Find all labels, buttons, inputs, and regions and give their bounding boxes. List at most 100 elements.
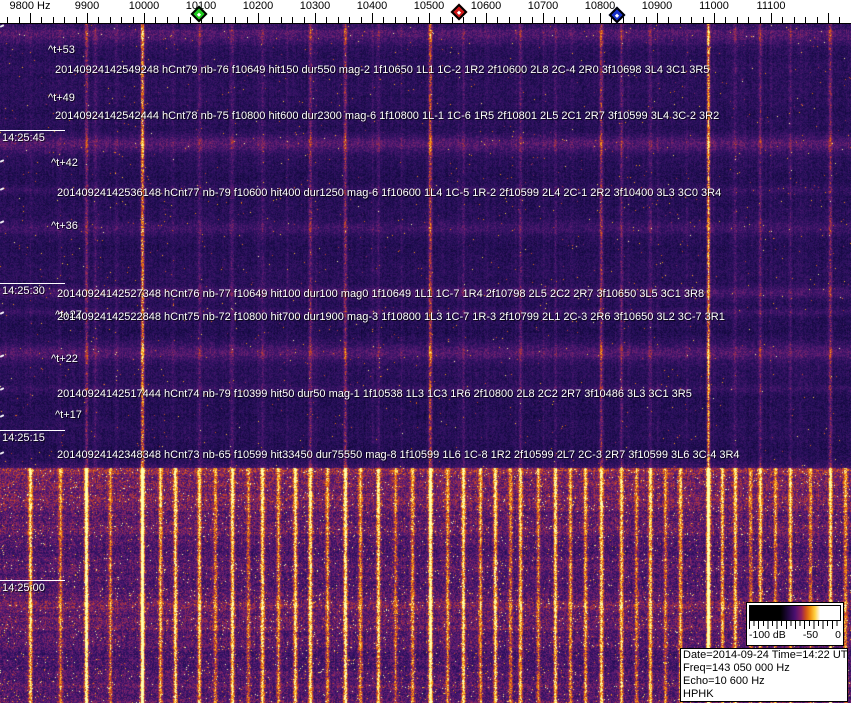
axis-minor-tick	[41, 17, 43, 23]
axis-minor-tick	[702, 17, 704, 23]
freq-tick-label: 10700	[527, 0, 559, 12]
edge-tick-mark	[0, 311, 5, 315]
axis-minor-tick	[360, 17, 362, 23]
axis-minor-tick	[280, 17, 282, 23]
axis-minor-tick	[508, 17, 510, 23]
axis-minor-tick	[166, 17, 168, 23]
axis-minor-tick	[212, 17, 214, 23]
edge-tick-mark	[0, 387, 5, 391]
axis-minor-tick	[440, 17, 442, 23]
echo-data-line: 20140924142536148 hCnt77 nb-79 f10600 hi…	[57, 187, 722, 199]
axis-minor-tick	[588, 17, 590, 23]
axis-minor-tick	[577, 17, 579, 23]
waterfall-display: 14:25:45 14:25:30 14:25:15 14:25:00 ^t+53 ^t+…	[0, 24, 851, 703]
axis-minor-tick	[155, 17, 157, 23]
time-label: 14:25:00	[2, 582, 45, 594]
event-time-marker: ^t+49	[48, 92, 75, 104]
axis-minor-tick	[109, 17, 111, 23]
axis-minor-tick	[417, 17, 419, 23]
event-time-marker: ^t+17	[55, 409, 82, 421]
axis-major-tick	[486, 13, 487, 23]
axis-minor-tick	[759, 17, 761, 23]
axis-major-tick	[258, 13, 259, 23]
axis-minor-tick	[246, 17, 248, 23]
axis-minor-tick	[451, 17, 453, 23]
info-echo-frequency: Echo=10 600 Hz	[683, 675, 765, 687]
axis-major-tick	[30, 13, 31, 23]
axis-major-tick	[372, 13, 373, 23]
freq-tick-label: 10200	[242, 0, 274, 12]
frequency-axis[interactable]: 9800 Hz 9900 10000 10100 10200 10300 10400 1050…	[0, 0, 851, 24]
edge-tick-mark	[0, 414, 5, 418]
info-date-time: Date=2014-09-24 Time=14:22 UTC	[683, 649, 848, 661]
freq-tick-label: 10500	[413, 0, 445, 12]
axis-minor-tick	[554, 17, 556, 23]
red-diamond-marker[interactable]	[450, 3, 468, 21]
axis-minor-tick	[121, 17, 123, 23]
axis-major-tick	[714, 13, 715, 23]
axis-minor-tick	[736, 17, 738, 23]
echo-data-line: 20140924142348348 hCnt73 nb-65 f10599 hi…	[57, 449, 740, 461]
axis-major-tick	[543, 13, 544, 23]
axis-minor-tick	[748, 17, 750, 23]
time-label: 14:25:30	[2, 285, 45, 297]
edge-tick-mark	[0, 24, 5, 28]
legend-max-label: 0	[835, 629, 841, 641]
event-time-marker: ^t+22	[51, 353, 78, 365]
axis-minor-tick	[132, 17, 134, 23]
legend-min-label: -100 dB	[749, 629, 786, 641]
edge-tick-mark	[0, 220, 5, 224]
freq-tick-label: 9900	[74, 0, 100, 12]
marker-center-dot	[456, 10, 462, 15]
edge-tick-mark	[0, 187, 5, 191]
axis-major-tick	[828, 13, 829, 23]
color-scale-legend: -100 dB -50 0	[746, 602, 844, 646]
axis-major-tick	[771, 13, 772, 23]
axis-minor-tick	[793, 17, 795, 23]
axis-minor-tick	[634, 17, 636, 23]
axis-minor-tick	[565, 17, 567, 23]
axis-minor-tick	[725, 17, 727, 23]
freq-tick-label: 9800 Hz	[9, 0, 51, 12]
axis-minor-tick	[531, 17, 533, 23]
edge-tick-mark	[0, 451, 5, 455]
time-tick-line	[0, 430, 65, 431]
time-tick-line	[0, 283, 65, 284]
echo-data-line: 20140924142542444 hCnt78 nb-75 f10800 hi…	[55, 110, 720, 122]
axis-minor-tick	[349, 17, 351, 23]
legend-ticks	[749, 621, 841, 629]
axis-minor-tick	[52, 17, 54, 23]
axis-minor-tick	[805, 17, 807, 23]
freq-tick-label: 10400	[356, 0, 388, 12]
axis-major-tick	[144, 13, 145, 23]
axis-major-tick	[429, 13, 430, 23]
axis-major-tick	[87, 13, 88, 23]
freq-tick-label: 10600	[470, 0, 502, 12]
echo-data-line: 20140924142549248 hCnt79 nb-76 f10649 hi…	[55, 64, 710, 76]
axis-minor-tick	[178, 17, 180, 23]
axis-minor-tick	[668, 17, 670, 23]
axis-minor-tick	[337, 17, 339, 23]
axis-minor-tick	[782, 17, 784, 23]
axis-minor-tick	[223, 17, 225, 23]
freq-tick-label: 11100	[756, 0, 786, 12]
edge-tick-mark	[0, 354, 5, 358]
freq-tick-label: 10900	[641, 0, 673, 12]
axis-minor-tick	[235, 17, 237, 23]
axis-major-tick	[657, 13, 658, 23]
echo-data-line: 20140924142517444 hCnt74 nb-79 f10399 hi…	[57, 388, 692, 400]
axis-minor-tick	[645, 17, 647, 23]
axis-minor-tick	[463, 17, 465, 23]
axis-minor-tick	[474, 17, 476, 23]
time-label: 14:25:15	[2, 432, 45, 444]
marker-center-dot	[614, 13, 620, 18]
echo-data-line: 20140924142522848 hCnt75 nb-72 f10800 hi…	[57, 311, 725, 323]
event-time-marker: ^t+36	[51, 220, 78, 232]
freq-tick-label: 11000	[699, 0, 729, 12]
axis-minor-tick	[303, 17, 305, 23]
event-time-marker: ^t+42	[51, 157, 78, 169]
freq-tick-label: 10300	[299, 0, 331, 12]
edge-tick-mark	[0, 159, 5, 163]
axis-minor-tick	[269, 17, 271, 23]
legend-labels: -100 dB -50 0	[749, 629, 841, 641]
